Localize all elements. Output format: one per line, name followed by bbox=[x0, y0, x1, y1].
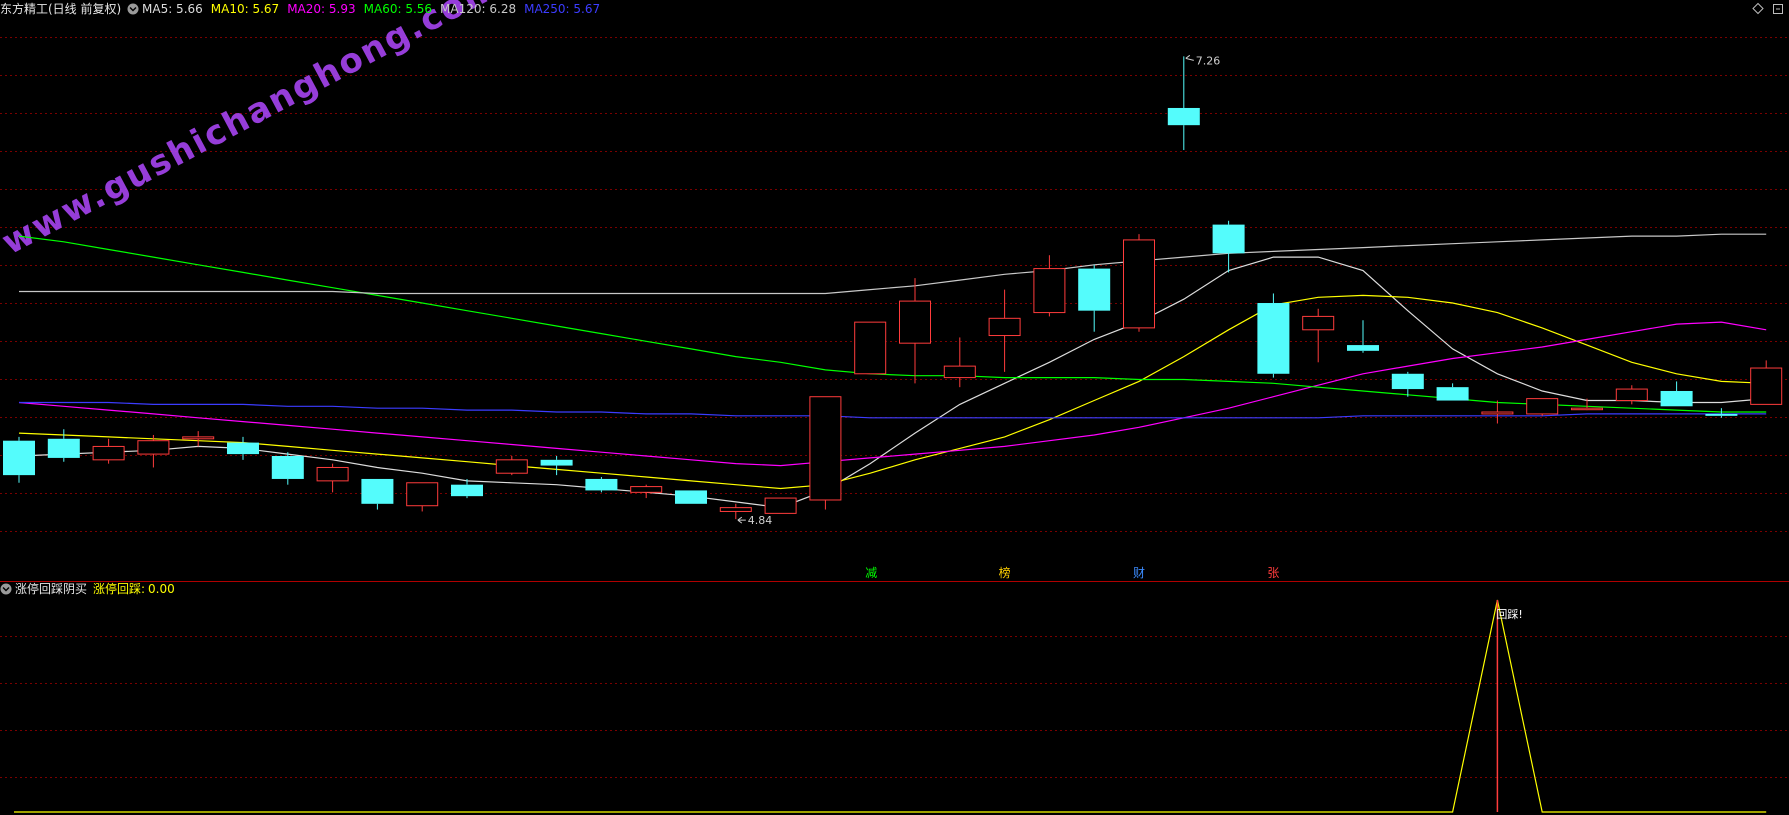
candle-body bbox=[1391, 373, 1424, 390]
event-marker: 财 bbox=[1133, 566, 1145, 580]
candle-body bbox=[764, 497, 797, 514]
candle-body bbox=[1660, 390, 1693, 407]
ma-legend-item: MA60: 5.56 bbox=[364, 2, 432, 16]
candle-body bbox=[47, 438, 80, 458]
candle-body bbox=[92, 445, 125, 461]
candle-down[interactable] bbox=[1257, 293, 1290, 378]
candle-up[interactable] bbox=[764, 497, 797, 514]
candle-body bbox=[495, 459, 528, 474]
candle-body bbox=[182, 436, 215, 440]
candle-body bbox=[1750, 367, 1783, 405]
candle-up[interactable] bbox=[809, 396, 842, 510]
candle-body bbox=[3, 440, 35, 476]
stock-title: 东方精工(日线 前复权) bbox=[0, 1, 121, 16]
candle-body bbox=[675, 490, 707, 504]
candle-body bbox=[1078, 268, 1111, 311]
collapse-icon[interactable] bbox=[127, 3, 139, 15]
ma-legend: MA5: 5.66 MA10: 5.67 MA20: 5.93 MA60: 5.56 M… bbox=[142, 2, 600, 16]
candle-body bbox=[943, 365, 976, 379]
indicator-title: 涨停回踩阴买 bbox=[15, 581, 87, 596]
candle-body bbox=[854, 321, 887, 375]
candle-body bbox=[1123, 239, 1155, 329]
candle-body bbox=[451, 484, 483, 497]
candle-body bbox=[719, 507, 752, 512]
candle-body bbox=[316, 466, 349, 482]
candle-body bbox=[809, 396, 842, 501]
ma-legend-item: MA5: 5.66 bbox=[142, 2, 203, 16]
candle-body bbox=[540, 459, 573, 466]
ma-legend-item: MA250: 5.67 bbox=[524, 2, 600, 16]
event-marker: 减 bbox=[865, 566, 877, 580]
event-marker: 榜 bbox=[999, 565, 1011, 580]
candle-body bbox=[1167, 107, 1200, 126]
candle-body bbox=[1302, 315, 1335, 331]
candle-body bbox=[1526, 398, 1559, 415]
high-price-label: 7.26 bbox=[1196, 54, 1221, 67]
candle-body bbox=[271, 456, 304, 479]
kline-chart[interactable]: www.gushichanghong.com 7.264.84 减榜财张 回踩!… bbox=[0, 0, 1789, 815]
ma-legend-item: MA20: 5.93 bbox=[287, 2, 355, 16]
candle-body bbox=[1347, 345, 1379, 351]
signal-label: 回踩! bbox=[1496, 608, 1522, 621]
candle-body bbox=[137, 440, 170, 455]
indicator-series-label: 涨停回踩: bbox=[93, 581, 145, 596]
ma-legend-item: MA10: 5.67 bbox=[211, 2, 279, 16]
indicator-series-value: 0.00 bbox=[148, 582, 175, 596]
candle-up[interactable] bbox=[1123, 234, 1155, 332]
candle-up[interactable] bbox=[1526, 398, 1559, 416]
candle-body bbox=[1033, 268, 1066, 314]
ma-legend-item: MA120: 6.28 bbox=[440, 2, 516, 16]
candle-body bbox=[899, 300, 931, 344]
candle-up[interactable] bbox=[854, 321, 887, 375]
collapse-icon[interactable] bbox=[0, 583, 12, 595]
candle-body bbox=[1481, 411, 1514, 415]
event-marker: 张 bbox=[1267, 566, 1279, 580]
candle-down[interactable] bbox=[675, 490, 707, 504]
candle-body bbox=[1436, 387, 1469, 401]
candle-body bbox=[1257, 303, 1290, 374]
candle-body bbox=[406, 482, 439, 507]
candle-body bbox=[988, 317, 1021, 337]
candle-down[interactable] bbox=[585, 477, 618, 493]
candle-body bbox=[1571, 407, 1603, 411]
candle-body bbox=[227, 442, 259, 455]
candle-body bbox=[1615, 388, 1648, 402]
candle-body bbox=[361, 478, 394, 504]
candle-body bbox=[585, 478, 618, 491]
candle-body bbox=[1705, 413, 1738, 416]
candle-body bbox=[1212, 224, 1245, 254]
low-price-label: 4.84 bbox=[748, 514, 773, 527]
candle-body bbox=[630, 486, 663, 493]
